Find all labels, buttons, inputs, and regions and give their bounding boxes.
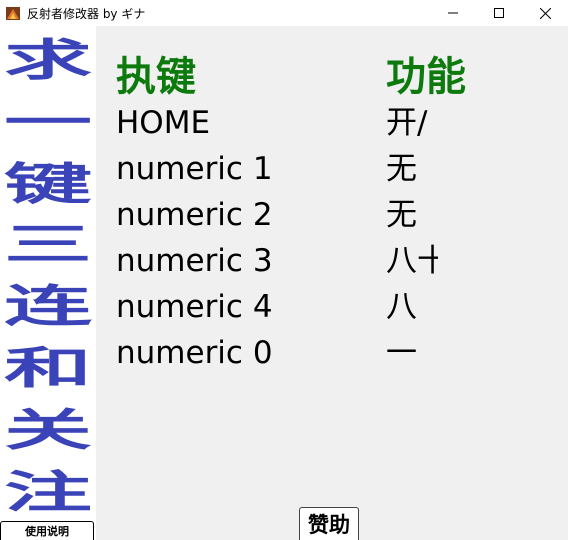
function-item: 无 [386,197,417,233]
function-item: 一 [386,335,417,371]
function-item: 八十 [386,243,438,279]
function-item: 开/ [386,105,428,141]
title-bar: 反射者修改器 by ギナ [0,0,568,26]
hotkey-item: HOME [116,105,211,141]
hotkey-item: numeric 0 [116,335,273,371]
sidebar-banner: 求 一 键 三 连 和 关 注 [0,26,96,540]
hotkey-item: numeric 3 [116,243,273,279]
donate-button[interactable]: 赞助 [299,507,359,540]
hotkey-item: numeric 1 [116,151,273,187]
banner-char: 注 [4,467,92,518]
close-button[interactable] [522,0,568,26]
minimize-button[interactable] [430,0,476,26]
help-button[interactable]: 使用说明 [0,521,94,540]
maximize-button[interactable] [476,0,522,26]
minimize-icon [448,8,458,18]
banner-char: 关 [4,405,92,456]
maximize-icon [494,8,504,18]
hotkey-header: 执键 [116,54,196,100]
function-item: 八 [386,289,417,325]
function-item: 无 [386,151,417,187]
window-title: 反射者修改器 by ギナ [27,7,146,21]
app-icon [5,5,21,21]
close-icon [539,7,551,19]
function-column: 开/ 无 无 八十 八 一 [386,100,438,440]
hotkey-item: numeric 2 [116,197,273,233]
hotkey-item: numeric 4 [116,289,273,325]
function-header: 功能 [386,54,466,100]
